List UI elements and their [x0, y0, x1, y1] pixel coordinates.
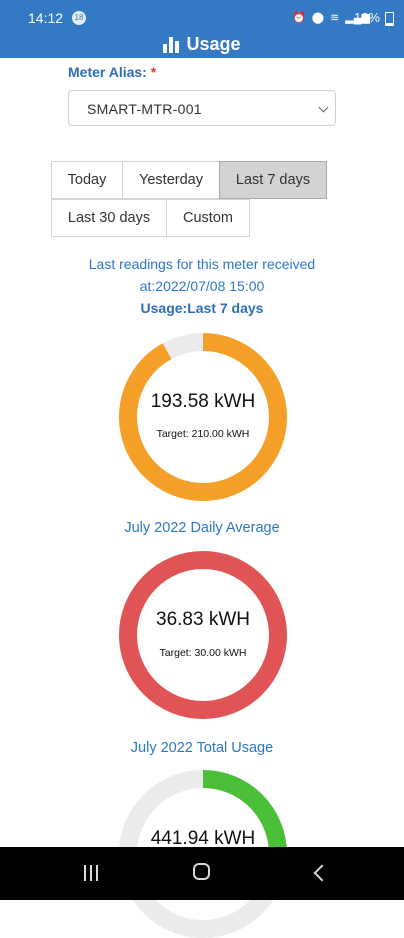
status-time: 14:12 — [28, 10, 64, 26]
location-icon: ⬤ — [311, 12, 325, 24]
range-today-button[interactable]: Today — [51, 161, 123, 199]
status-bar: 14:12 18 ⏰ ⬤ ≋ ▂▄▆ 13% — [0, 0, 404, 36]
chevron-down-icon — [318, 102, 329, 113]
daily-average-caption: July 2022 Daily Average — [124, 520, 280, 536]
battery-percent: 13% — [353, 10, 380, 25]
range-yesterday-button[interactable]: Yesterday — [122, 161, 220, 199]
alarm-icon: ⏰ — [292, 12, 306, 24]
required-marker: * — [150, 64, 157, 80]
last-readings-line1: Last readings for this meter received — [88, 256, 316, 272]
app-header: Usage — [0, 34, 404, 58]
daily-average-gauge: 36.83 kWH Target: 30.00 kWH — [119, 551, 287, 719]
range-last-7-days-button[interactable]: Last 7 days — [219, 161, 327, 199]
last-readings-line2: at:2022/07/08 15:00 — [139, 278, 265, 294]
page-title: Usage — [186, 34, 241, 54]
notification-count-badge: 18 — [72, 11, 86, 25]
usage-value: 193.58 kWH — [150, 391, 256, 412]
home-icon[interactable] — [193, 863, 210, 880]
meter-alias-label: Meter Alias: * — [68, 64, 157, 80]
daily-average-gauge-fill — [119, 551, 287, 719]
wifi-icon: ≋ — [330, 12, 340, 24]
usage-gauge-ring — [119, 333, 287, 501]
daily-average-value: 36.83 kWH — [156, 609, 250, 630]
battery-icon — [385, 12, 394, 26]
usage-gauge: 193.58 kWH Target: 210.00 kWH — [119, 333, 287, 501]
range-last-30-days-button[interactable]: Last 30 days — [51, 199, 167, 237]
meter-alias-value: SMART-MTR-001 — [87, 101, 202, 117]
usage-target: Target: 210.00 kWH — [156, 428, 250, 440]
system-nav-bar — [0, 847, 404, 900]
range-custom-button[interactable]: Custom — [166, 199, 250, 237]
usage-period-caption: Usage:Last 7 days — [140, 300, 264, 316]
meter-alias-select[interactable]: SMART-MTR-001 — [68, 90, 336, 126]
bar-chart-icon — [163, 36, 180, 53]
back-icon[interactable] — [313, 864, 331, 882]
recents-icon[interactable] — [84, 865, 98, 881]
daily-average-gauge-ring — [119, 551, 287, 719]
daily-average-target: Target: 30.00 kWH — [159, 647, 247, 659]
usage-gauge-fill — [119, 333, 287, 501]
total-usage-caption: July 2022 Total Usage — [130, 740, 274, 756]
